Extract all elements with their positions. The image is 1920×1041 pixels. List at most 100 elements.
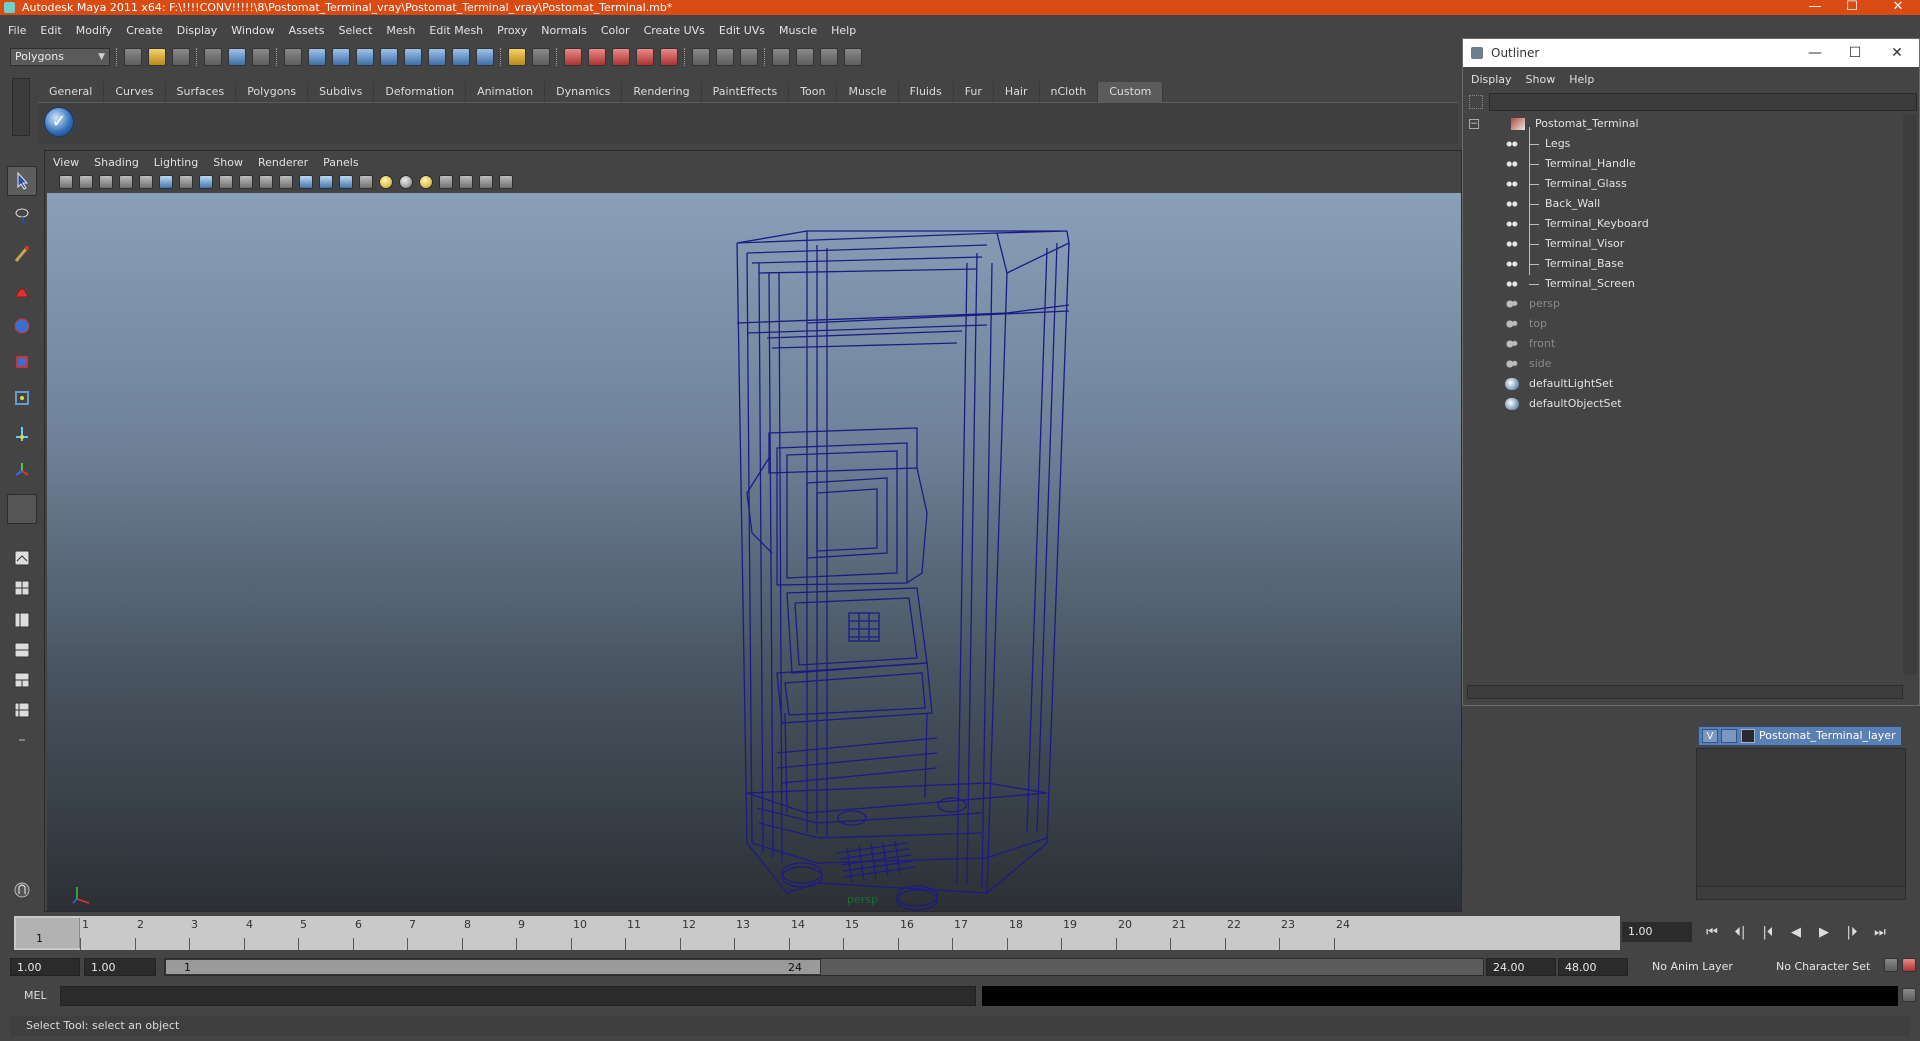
menu-select[interactable]: Select [338, 24, 372, 37]
move-tool-button[interactable] [7, 312, 37, 342]
viewport-menu-renderer[interactable]: Renderer [258, 156, 308, 169]
step-back-key-button[interactable]: ⏴| [1726, 925, 1754, 940]
menu-set-dropdown[interactable]: Polygons ▼ [10, 48, 110, 66]
shelf-options-handle[interactable] [12, 78, 30, 136]
layer-horizontal-scrollbar[interactable] [1696, 886, 1906, 900]
menu-normals[interactable]: Normals [541, 24, 587, 37]
menu-edit-uvs[interactable]: Edit UVs [719, 24, 765, 37]
resolution-gate-icon[interactable] [199, 175, 213, 189]
menu-help[interactable]: Help [831, 24, 856, 37]
image-plane-icon[interactable] [119, 175, 133, 189]
select-rendering-icon[interactable] [452, 48, 470, 66]
textured-icon[interactable] [359, 175, 373, 189]
lock-selection-icon[interactable] [508, 48, 526, 66]
outliner-close-button[interactable]: ✕ [1875, 39, 1919, 67]
go-to-end-button[interactable]: ⏭ [1866, 925, 1894, 940]
empty-tool-slot[interactable] [7, 494, 37, 524]
tab-fur[interactable]: Fur [954, 82, 994, 102]
open-scene-icon[interactable] [148, 48, 166, 66]
render-settings-icon[interactable] [844, 48, 862, 66]
tab-general[interactable]: General [38, 82, 105, 102]
render-view-icon[interactable] [772, 48, 790, 66]
paint-select-tool-button[interactable] [7, 240, 37, 270]
outliner-filter-field[interactable] [1489, 93, 1917, 111]
safe-title-icon[interactable] [279, 175, 293, 189]
high-quality-render-icon[interactable] [419, 175, 433, 189]
ipr-render-icon[interactable] [820, 48, 838, 66]
tab-hair[interactable]: Hair [994, 82, 1040, 102]
menu-edit-mesh[interactable]: Edit Mesh [429, 24, 483, 37]
tab-subdivs[interactable]: Subdivs [308, 82, 375, 102]
viewport-menu-lighting[interactable]: Lighting [154, 156, 198, 169]
construction-history-icon[interactable] [740, 48, 758, 66]
outliner-horizontal-scrollbar[interactable] [1467, 685, 1903, 699]
tab-dynamics[interactable]: Dynamics [545, 82, 623, 102]
menu-file[interactable]: File [8, 24, 26, 37]
select-deformations-icon[interactable] [404, 48, 422, 66]
select-hierarchy-icon[interactable] [204, 48, 222, 66]
play-forwards-button[interactable]: ▶ [1810, 925, 1838, 940]
bookmarks-icon[interactable] [99, 175, 113, 189]
select-camera-icon[interactable] [59, 175, 73, 189]
filter-icon[interactable] [1469, 95, 1483, 109]
field-chart-icon[interactable] [239, 175, 253, 189]
menu-color[interactable]: Color [601, 24, 630, 37]
time-slider[interactable]: 1 1 2 3 4 5 6 7 8 9 10 11 12 13 14 15 16 17 18 19 20 21 22 23 2… [14, 916, 1620, 950]
select-dynamics-icon[interactable] [428, 48, 446, 66]
highlight-selection-icon[interactable] [532, 48, 550, 66]
select-surfaces-icon[interactable] [380, 48, 398, 66]
tab-custom[interactable]: Custom [1098, 82, 1164, 102]
tab-rendering[interactable]: Rendering [622, 82, 702, 102]
maximize-button[interactable]: ☐ [1832, 0, 1872, 15]
scale-tool-button[interactable] [7, 384, 37, 414]
play-backwards-button[interactable]: ◀ [1782, 925, 1810, 940]
close-button[interactable]: ✕ [1878, 0, 1918, 15]
tab-curves[interactable]: Curves [104, 82, 166, 102]
safe-action-icon[interactable] [259, 175, 273, 189]
step-forward-key-button[interactable]: |⏵ [1838, 925, 1866, 940]
menu-window[interactable]: Window [231, 24, 274, 37]
outliner-menu-show[interactable]: Show [1526, 73, 1556, 86]
select-misc-icon[interactable] [476, 48, 494, 66]
outliner-maximize-button[interactable]: ☐ [1833, 39, 1877, 67]
menu-create-uvs[interactable]: Create UVs [644, 24, 705, 37]
two-d-pan-zoom-icon[interactable] [139, 175, 153, 189]
select-handles-icon[interactable] [308, 48, 326, 66]
outliner-title-bar[interactable]: Outliner — ☐ ✕ [1463, 39, 1919, 67]
save-scene-icon[interactable] [172, 48, 190, 66]
viewport-menu-view[interactable]: View [53, 156, 79, 169]
lasso-tool-button[interactable] [7, 202, 37, 232]
smooth-shade-icon[interactable] [319, 175, 333, 189]
last-tool-button[interactable] [7, 456, 37, 486]
layer-color-swatch-icon[interactable] [1741, 729, 1755, 743]
layer-playback-toggle[interactable] [1721, 729, 1737, 743]
xray-joints-icon[interactable] [499, 175, 513, 189]
hypershade-persp-layout-button[interactable] [7, 666, 37, 696]
minimize-button[interactable]: — [1795, 0, 1835, 15]
step-back-frame-button[interactable]: |⏴ [1754, 925, 1782, 940]
display-layer-row[interactable]: V Postomat_Terminal_layer [1698, 726, 1902, 746]
checkmark-icon[interactable]: ✓ [44, 107, 74, 137]
animation-preferences-icon[interactable] [1902, 958, 1916, 972]
select-object-icon[interactable] [228, 48, 246, 66]
current-frame-marker[interactable]: 1 [16, 918, 80, 948]
outliner-minimize-button[interactable]: — [1793, 39, 1837, 67]
select-tool-button[interactable] [7, 166, 37, 196]
mask-dropdown-icon[interactable] [284, 48, 302, 66]
snap-point-icon[interactable] [612, 48, 630, 66]
snap-view-plane-icon[interactable] [636, 48, 654, 66]
custom-layout-button[interactable] [7, 696, 37, 726]
outliner-vertical-scrollbar[interactable] [1903, 115, 1917, 675]
wireframe-on-shaded-icon[interactable] [339, 175, 353, 189]
tab-painteffects[interactable]: PaintEffects [702, 82, 790, 102]
viewport-menu-panels[interactable]: Panels [323, 156, 358, 169]
mel-command-input[interactable] [60, 986, 976, 1006]
use-all-lights-icon[interactable] [379, 175, 393, 189]
show-manipulator-button[interactable] [7, 420, 37, 450]
menu-create[interactable]: Create [126, 24, 163, 37]
tab-animation[interactable]: Animation [466, 82, 546, 102]
viewport-menu-show[interactable]: Show [213, 156, 243, 169]
graph-persp-layout-button[interactable] [7, 636, 37, 666]
snap-grid-icon[interactable] [564, 48, 582, 66]
menu-edit[interactable]: Edit [40, 24, 61, 37]
